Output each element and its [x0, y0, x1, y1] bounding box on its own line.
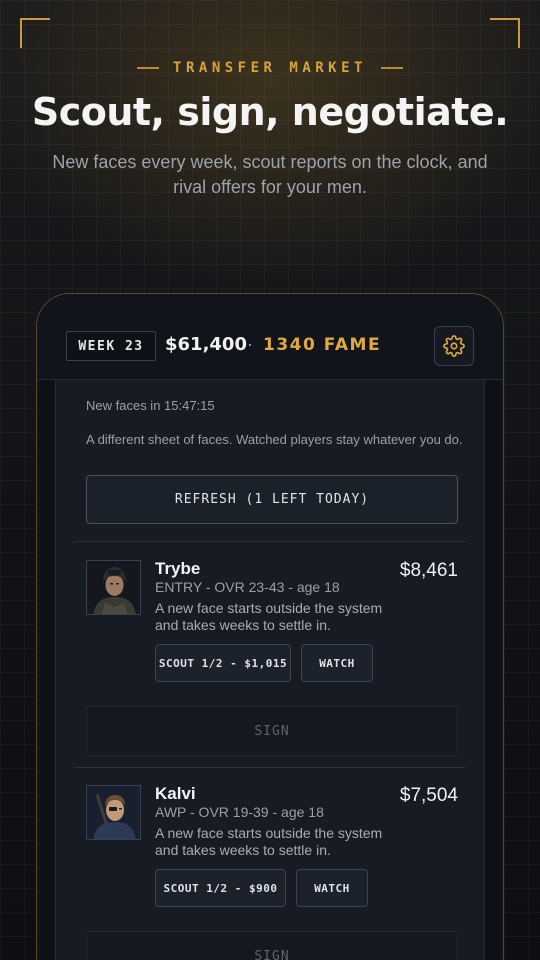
player-description: A new face starts outside the system and… [155, 600, 383, 633]
refresh-button[interactable]: REFRESH (1 LEFT TODAY) [86, 475, 458, 524]
separator-dot: · [247, 334, 253, 354]
settings-button[interactable] [434, 326, 474, 366]
market-note: A different sheet of faces. Watched play… [86, 432, 463, 447]
player-name: Trybe [155, 559, 201, 578]
player-meta: ENTRY - OVR 23-43 - age 18 [155, 579, 340, 595]
phone-frame: WEEK 23 $61,400 · 1340 FAME New faces in… [36, 293, 504, 960]
kicker-text: TRANSFER MARKET [173, 60, 367, 76]
market-panel: New faces in 15:47:15 A different sheet … [55, 380, 485, 960]
kicker-dash-right [380, 67, 403, 69]
soldier-portrait-icon [87, 561, 140, 614]
status-bar: WEEK 23 $61,400 · 1340 FAME [37, 294, 503, 380]
player-meta: AWP - OVR 19-39 - age 18 [155, 804, 324, 820]
player-name: Kalvi [155, 784, 196, 803]
player-avatar [86, 785, 141, 840]
gear-icon [443, 335, 465, 357]
divider [74, 541, 466, 542]
corner-bracket-left [20, 18, 50, 48]
hero-subtitle: New faces every week, scout reports on t… [52, 152, 488, 197]
week-badge: WEEK 23 [66, 331, 156, 361]
scout-button[interactable]: SCOUT 1/2 - $1,015 [155, 644, 291, 682]
player-price: $8,461 [399, 560, 458, 581]
fame-display: 1340 FAME [263, 335, 382, 355]
watch-button[interactable]: WATCH [296, 869, 368, 907]
corner-bracket-right [490, 18, 520, 48]
sign-button[interactable]: SIGN [86, 706, 458, 756]
kicker-dash-left [137, 67, 160, 69]
scout-button[interactable]: SCOUT 1/2 - $900 [155, 869, 286, 907]
watch-button[interactable]: WATCH [301, 644, 373, 682]
divider [74, 767, 466, 768]
player-description: A new face starts outside the system and… [155, 825, 383, 858]
hero-title: Scout, sign, negotiate. [31, 90, 509, 134]
sign-button[interactable]: SIGN [86, 931, 458, 960]
refresh-timer: New faces in 15:47:15 [86, 398, 215, 413]
soldier-portrait-icon [87, 786, 140, 839]
player-price: $7,504 [399, 785, 458, 806]
money-display: $61,400 [165, 334, 247, 355]
player-avatar [86, 560, 141, 615]
hero-kicker: TRANSFER MARKET [0, 60, 540, 76]
